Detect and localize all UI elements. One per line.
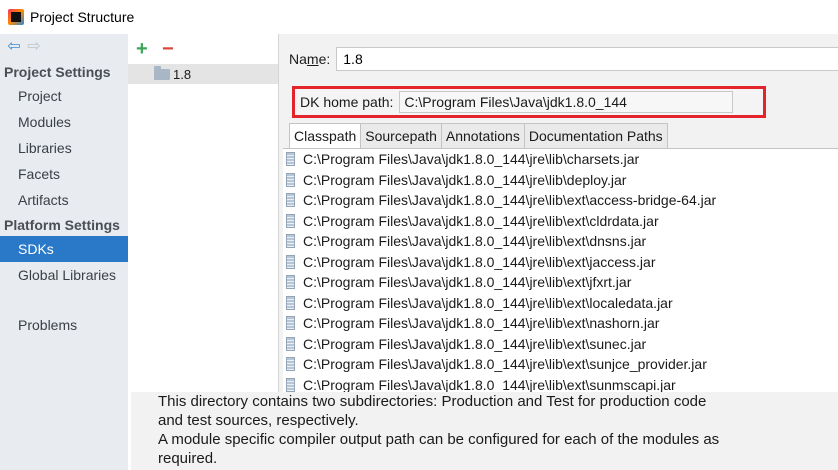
jar-icon (286, 152, 295, 167)
list-item[interactable]: C:\Program Files\Java\jdk1.8.0_144\jre\l… (283, 272, 838, 293)
tooltip-line: required. (158, 450, 218, 467)
intellij-logo-icon (8, 9, 24, 25)
jar-icon (286, 234, 295, 249)
classpath-list[interactable]: C:\Program Files\Java\jdk1.8.0_144\jre\l… (283, 148, 838, 393)
tab-documentation-paths[interactable]: Documentation Paths (523, 123, 668, 148)
list-item[interactable]: C:\Program Files\Java\jdk1.8.0_144\jre\l… (283, 252, 838, 273)
add-sdk-button[interactable]: + (136, 39, 158, 59)
jar-icon (286, 316, 295, 331)
sidebar-item-modules[interactable]: Modules (0, 109, 128, 135)
sidebar-item-libraries[interactable]: Libraries (0, 135, 128, 161)
project-settings-header: Project Settings (4, 64, 111, 80)
window-title: Project Structure (30, 9, 135, 25)
jar-icon (286, 357, 295, 372)
sdk-name-input[interactable] (336, 47, 838, 71)
sidebar-item-facets[interactable]: Facets (0, 161, 128, 187)
list-item[interactable]: C:\Program Files\Java\jdk1.8.0_144\jre\l… (283, 170, 838, 191)
list-item[interactable]: C:\Program Files\Java\jdk1.8.0_144\jre\l… (283, 211, 838, 232)
jar-icon (286, 336, 295, 351)
name-label: Name: (289, 51, 331, 67)
jdk-home-path-field[interactable]: C:\Program Files\Java\jdk1.8.0_144 (399, 91, 733, 113)
name-row: Name: (289, 47, 838, 71)
sidebar-item-global-libraries[interactable]: Global Libraries (0, 262, 128, 288)
project-structure-window: Project Structure ⇦ ⇨ Project Settings P… (0, 0, 838, 470)
tooltip-line: A module specific compiler output path c… (158, 431, 720, 448)
list-item[interactable]: C:\Program Files\Java\jdk1.8.0_144\jre\l… (283, 231, 838, 252)
tree-toolbar: + − (128, 34, 278, 64)
back-arrow-icon[interactable]: ⇦ (4, 39, 24, 55)
sidebar-item-project[interactable]: Project (0, 83, 128, 109)
list-item[interactable]: C:\Program Files\Java\jdk1.8.0_144\jre\l… (283, 313, 838, 334)
settings-sidebar: ⇦ ⇨ Project Settings Project Modules Lib… (0, 34, 128, 470)
list-item[interactable]: C:\Program Files\Java\jdk1.8.0_144\jre\l… (283, 375, 838, 394)
remove-sdk-button[interactable]: − (162, 39, 184, 59)
sidebar-item-problems[interactable]: Problems (0, 312, 128, 338)
jar-icon (286, 275, 295, 290)
tree-item-sdk[interactable]: 1.8 (128, 64, 278, 84)
sdk-tabs: Classpath Sourcepath Annotations Documen… (289, 123, 668, 148)
jar-icon (286, 172, 295, 187)
list-item[interactable]: C:\Program Files\Java\jdk1.8.0_144\jre\l… (283, 293, 838, 314)
list-item[interactable]: C:\Program Files\Java\jdk1.8.0_144\jre\l… (283, 149, 838, 170)
history-nav: ⇦ ⇨ (0, 34, 128, 60)
jdk-home-highlight: DK home path: C:\Program Files\Java\jdk1… (292, 86, 766, 118)
sidebar-item-artifacts[interactable]: Artifacts (0, 187, 128, 213)
title-bar: Project Structure (0, 0, 838, 34)
jdk-home-label: DK home path: (300, 94, 394, 110)
tab-annotations[interactable]: Annotations (440, 123, 525, 148)
description-tooltip: This directory contains two subdirectori… (131, 392, 838, 470)
jar-icon (286, 213, 295, 228)
list-item[interactable]: C:\Program Files\Java\jdk1.8.0_144\jre\l… (283, 354, 838, 375)
platform-settings-header: Platform Settings (4, 217, 120, 233)
jar-icon (286, 295, 295, 310)
tab-classpath[interactable]: Classpath (289, 123, 362, 148)
tooltip-line: and test sources, respectively. (158, 412, 359, 429)
jar-icon (286, 254, 295, 269)
jar-icon (286, 377, 295, 392)
tree-item-label: 1.8 (173, 66, 192, 82)
list-item[interactable]: C:\Program Files\Java\jdk1.8.0_144\jre\l… (283, 190, 838, 211)
tab-sourcepath[interactable]: Sourcepath (360, 123, 442, 148)
tooltip-line: This directory contains two subdirectori… (158, 393, 707, 410)
sidebar-separator (0, 288, 128, 312)
sidebar-item-sdks[interactable]: SDKs (0, 236, 128, 262)
forward-arrow-icon[interactable]: ⇨ (24, 39, 44, 55)
jar-icon (286, 193, 295, 208)
list-item[interactable]: C:\Program Files\Java\jdk1.8.0_144\jre\l… (283, 334, 838, 355)
folder-icon (154, 65, 170, 80)
